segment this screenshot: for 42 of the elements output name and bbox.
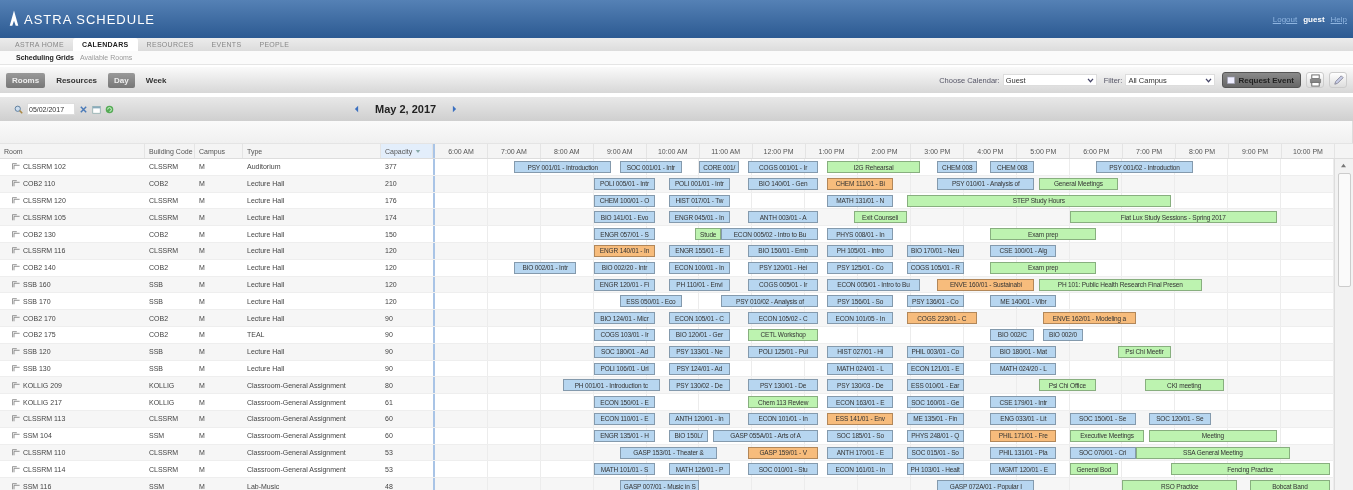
scroll-up-icon[interactable] bbox=[1340, 163, 1347, 168]
date-title: May 2, 2017 bbox=[375, 103, 437, 115]
logo-icon bbox=[8, 10, 20, 28]
room-icon bbox=[12, 415, 20, 423]
room-icon bbox=[12, 381, 20, 389]
room-icon bbox=[12, 213, 20, 221]
search-icon[interactable] bbox=[14, 104, 23, 114]
app-title: ASTRA SCHEDULE bbox=[24, 11, 156, 27]
refresh-icon[interactable] bbox=[105, 104, 114, 114]
room-icon bbox=[12, 398, 20, 406]
room-icon bbox=[12, 432, 20, 440]
user-name: guest bbox=[1303, 14, 1325, 24]
room-icon bbox=[12, 280, 20, 288]
calendar-icon[interactable] bbox=[92, 104, 101, 114]
room-icon bbox=[12, 197, 20, 204]
room-icon bbox=[12, 180, 20, 188]
scrollbar[interactable] bbox=[1334, 159, 1353, 490]
room-icon bbox=[12, 482, 20, 490]
room-icon bbox=[12, 163, 20, 171]
print-button[interactable] bbox=[1306, 72, 1324, 88]
edit-button[interactable] bbox=[1329, 72, 1347, 88]
view-toggle[interactable]: Resources bbox=[50, 72, 104, 88]
request-event-button[interactable]: Request Event bbox=[1222, 72, 1301, 88]
room-icon bbox=[12, 331, 20, 339]
room-icon bbox=[12, 448, 20, 456]
room-icon bbox=[12, 247, 20, 255]
room-icon bbox=[12, 314, 20, 322]
sort-icon bbox=[415, 148, 422, 154]
room-icon bbox=[12, 230, 20, 238]
caret-icon bbox=[1205, 77, 1213, 83]
room-icon bbox=[12, 264, 20, 272]
range-toggle[interactable]: Week bbox=[139, 72, 173, 88]
scroll-thumb[interactable] bbox=[1338, 173, 1351, 287]
room-icon bbox=[12, 348, 20, 356]
clear-icon[interactable] bbox=[79, 104, 88, 114]
room-icon bbox=[12, 465, 20, 473]
room-icon bbox=[12, 364, 20, 372]
next-icon[interactable] bbox=[452, 105, 458, 113]
calendar-icon bbox=[1227, 76, 1236, 84]
caret-icon bbox=[1086, 77, 1094, 83]
previous-icon[interactable] bbox=[354, 105, 359, 113]
room-icon bbox=[12, 297, 20, 305]
